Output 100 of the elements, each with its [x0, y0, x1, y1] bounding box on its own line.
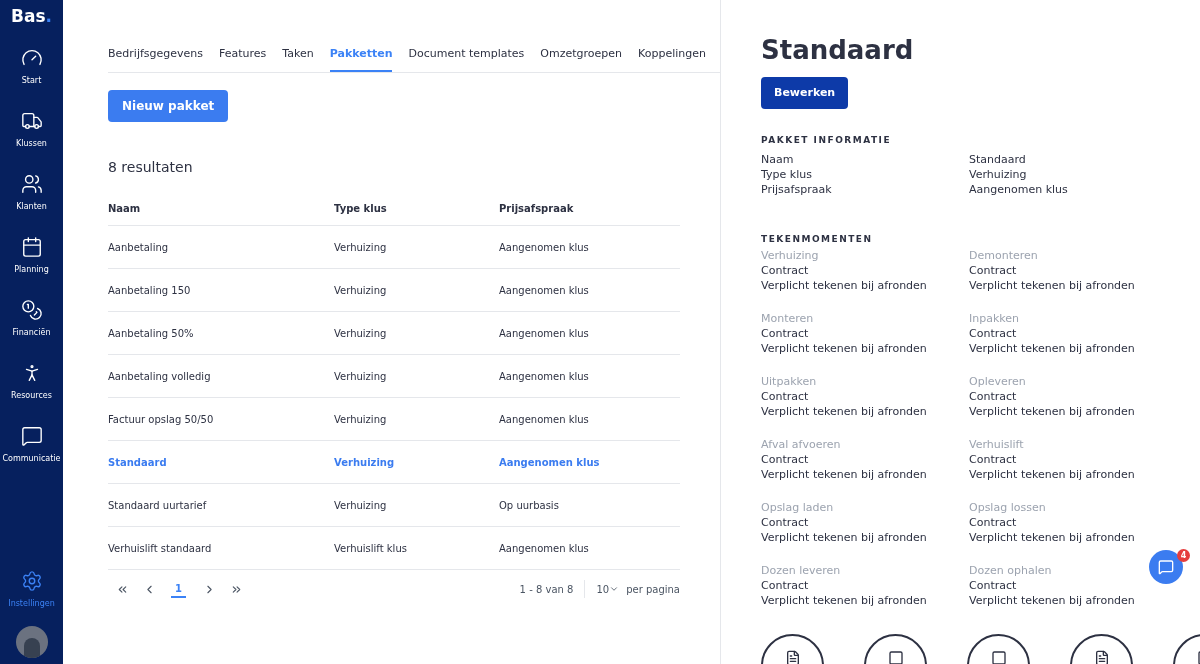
table-cell-text: Verhuizing — [334, 498, 388, 513]
moment-rule: Verplicht tekenen bij afronden — [969, 530, 1135, 545]
range-text: 1 - 8 van 8 — [519, 582, 574, 597]
per-page-label: per pagina — [626, 582, 680, 597]
info-value: Aangenomen klus — [969, 181, 1069, 197]
table-row[interactable]: Aanbetaling 50% Verhuizing Aangenomen klus — [108, 312, 680, 355]
tab[interactable]: Bedrijfsgegevens — [108, 45, 203, 72]
table-cell-text: Verhuizing — [334, 326, 388, 341]
moment-name: Dozen ophalen — [969, 563, 1052, 578]
tab[interactable]: Pakketten — [329, 45, 393, 72]
section-heading: PAKKET INFORMATIE — [761, 134, 893, 147]
tab[interactable]: Document templates — [408, 45, 525, 72]
table-row[interactable]: Aanbetaling Verhuizing Aangenomen klus — [108, 226, 680, 269]
nav-item[interactable]: Start — [0, 47, 63, 87]
table-row[interactable]: Aanbetaling 150 Verhuizing Aangenomen klus — [108, 269, 680, 312]
coins-icon — [20, 299, 43, 321]
table-cell-text: Aanbetaling 50% — [108, 326, 195, 341]
truck-icon — [20, 110, 43, 132]
moment-rule: Verplicht tekenen bij afronden — [761, 404, 927, 419]
section-heading: TEKENMOMENTEN — [761, 232, 874, 246]
table-cell-text: Aangenomen klus — [499, 369, 590, 384]
avatar[interactable] — [15, 626, 48, 658]
table-cell-text: Verhuislift klus — [334, 541, 408, 556]
table-cell-text: Aangenomen klus — [499, 326, 590, 341]
moment-name: Demonteren — [969, 248, 1038, 263]
moment-rule: Verplicht tekenen bij afronden — [761, 530, 927, 545]
table-cell-text: Verhuizing — [334, 455, 396, 470]
new-package-button[interactable]: Nieuw pakket — [108, 90, 229, 122]
caret-icon — [609, 584, 620, 594]
table-row[interactable]: Verhuislift standaard Verhuislift klus Aangenomen klus — [108, 527, 680, 570]
table-cell-text: Verhuizing — [334, 283, 388, 298]
tab[interactable]: Omzetgroepen — [540, 45, 623, 72]
moment-name: Opleveren — [969, 374, 1026, 389]
moment-name: Uitpakken — [761, 374, 817, 389]
notification-badge: 4 — [1177, 549, 1190, 562]
table-cell-text: Aangenomen klus — [499, 412, 590, 427]
settings-icon — [20, 570, 43, 592]
nav-item[interactable]: Communicatie — [0, 425, 63, 465]
moment-name: Opslag laden — [761, 500, 834, 515]
moment-name: Dozen leveren — [761, 563, 841, 578]
moment-rule: Verplicht tekenen bij afronden — [761, 593, 927, 608]
table-row[interactable]: Standaard uurtarief Verhuizing Op uurbasis — [108, 484, 680, 527]
detail-title: Standaard — [761, 34, 915, 67]
moment-document: Contract — [761, 515, 809, 530]
moment-document: Contract — [969, 326, 1017, 341]
moment-rule: Verplicht tekenen bij afronden — [969, 404, 1135, 419]
moment-rule: Verplicht tekenen bij afronden — [969, 467, 1135, 482]
moment-name: Verhuizing — [761, 248, 819, 263]
tab[interactable]: Taken — [282, 45, 314, 72]
moment-document: Contract — [969, 515, 1017, 530]
chat-icon — [1158, 559, 1174, 575]
moment-document: Contract — [761, 578, 809, 593]
table-cell-text: Verhuizing — [334, 240, 388, 255]
column-header: Prijsafspraak — [499, 202, 575, 216]
moment-rule: Verplicht tekenen bij afronden — [969, 593, 1135, 608]
info-label: Naam — [761, 151, 795, 167]
tab[interactable]: Koppelingen — [638, 45, 706, 72]
moment-name: Verhuislift — [969, 437, 1024, 452]
table-cell-text: Op uurbasis — [499, 498, 560, 513]
moment-name: Afval afvoeren — [761, 437, 841, 452]
table-cell-text: Verhuislift standaard — [108, 541, 213, 556]
nav-item[interactable]: Resources — [0, 362, 63, 402]
chat-button[interactable] — [1149, 550, 1183, 584]
info-value: Verhuizing — [969, 166, 1028, 182]
table-cell-text: Standaard uurtarief — [108, 498, 208, 513]
table-row[interactable]: Factuur opslag 50/50 Verhuizing Aangenomen klus — [108, 398, 680, 441]
moment-rule: Verplicht tekenen bij afronden — [969, 278, 1135, 293]
moment-rule: Verplicht tekenen bij afronden — [969, 341, 1135, 356]
column-header: Naam — [108, 202, 142, 216]
info-label: Prijsafspraak — [761, 181, 833, 197]
table-cell-text: Verhuizing — [334, 369, 388, 384]
table-cell-text: Verhuizing — [334, 412, 388, 427]
moment-name: Opslag lossen — [969, 500, 1046, 515]
table-cell-text: Aangenomen klus — [499, 240, 590, 255]
tab[interactable]: Features — [219, 45, 267, 72]
moment-document: Contract — [969, 578, 1017, 593]
info-label: Type klus — [761, 166, 813, 182]
nav-item[interactable]: Planning — [0, 236, 63, 276]
table-row[interactable]: Standaard Verhuizing Aangenomen klus — [108, 441, 680, 484]
table-cell-text: Aanbetaling — [108, 240, 170, 255]
moment-document: Contract — [969, 263, 1017, 278]
nav-item[interactable]: Instellingen — [8, 570, 55, 610]
edit-button[interactable]: Bewerken — [761, 77, 849, 109]
column-header: Type klus — [334, 202, 388, 216]
users-icon — [20, 173, 43, 195]
table-cell-text: Standaard — [108, 455, 168, 470]
page-size-select[interactable]: 10 — [596, 581, 620, 597]
table-cell-text: Aangenomen klus — [499, 455, 601, 470]
table-cell-text: Aanbetaling 150 — [108, 283, 192, 298]
nav-item[interactable]: Klanten — [0, 173, 63, 213]
nav-item[interactable]: Financiën — [0, 299, 63, 339]
moment-document: Contract — [761, 452, 809, 467]
table-row[interactable]: Aanbetaling volledig Verhuizing Aangenomen klus — [108, 355, 680, 398]
page-number[interactable]: 1 — [171, 580, 186, 598]
moment-document: Contract — [761, 326, 809, 341]
moment-name: Inpakken — [969, 311, 1020, 326]
moment-rule: Verplicht tekenen bij afronden — [761, 341, 927, 356]
nav-item[interactable]: Klussen — [0, 110, 63, 150]
info-value: Standaard — [969, 151, 1027, 167]
moment-document: Contract — [761, 389, 809, 404]
